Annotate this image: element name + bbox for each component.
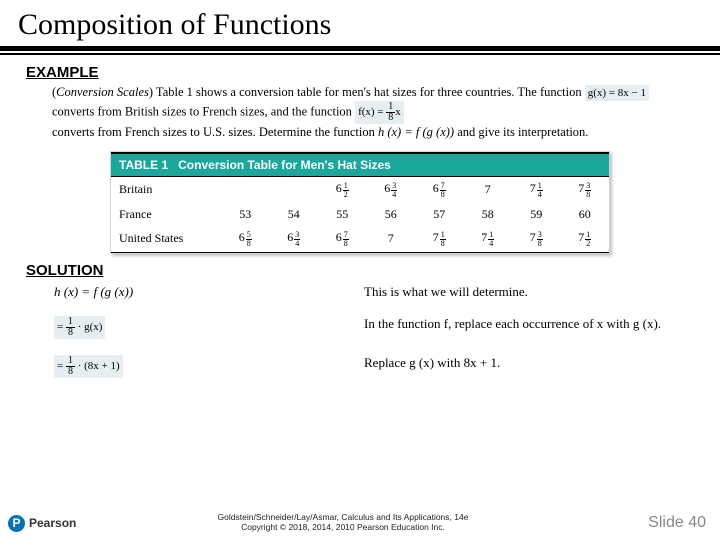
row-label: France [111,203,221,226]
slide: Composition of Functions EXAMPLE (Conver… [0,0,720,540]
solution-grid: h (x) = f (g (x)) This is what we will de… [26,282,694,378]
table-cell: 60 [561,203,610,226]
title-bar: Composition of Functions [0,0,720,46]
problem-tail: and give its interpretation. [454,125,588,139]
table-cell: 658 [221,226,270,253]
table-cell: 738 [512,226,561,253]
problem-post: converts from French sizes to U.S. sizes… [52,125,378,139]
table-cell: 678 [318,226,367,253]
table-cell: 58 [464,203,513,226]
problem-topic: Conversion Scales [56,85,149,99]
table-cell: 7 [367,226,416,253]
conversion-table-body: Britain6126346787714738France53545556575… [111,176,609,253]
solution-lhs: h (x) = f (g (x)) [54,284,304,300]
problem-text: (Conversion Scales) Table 1 shows a conv… [26,84,694,141]
g-equation: g(x) = 8x − 1 [585,85,649,102]
table-cell: 714 [464,226,513,253]
table-cell: 712 [561,226,610,253]
table-caption: TABLE 1 Conversion Table for Men's Hat S… [111,152,609,176]
table-cell: 7 [464,176,513,203]
table-cell: 55 [318,203,367,226]
table-cell: 714 [512,176,561,203]
row-label: United States [111,226,221,253]
table-cell: 54 [270,203,319,226]
footer: P Pearson Goldstein/Schneider/Lay/Asmar,… [0,506,720,540]
page-title: Composition of Functions [18,8,702,42]
solution-heading: SOLUTION [26,262,694,279]
footer-citation: Goldstein/Schneider/Lay/Asmar, Calculus … [86,513,600,533]
h-def: h (x) = f (g (x)) [378,125,454,139]
example-heading: EXAMPLE [26,64,694,81]
slide-body: EXAMPLE (Conversion Scales) Table 1 show… [0,64,720,378]
solution-rhs: In the function f, replace each occurren… [364,316,684,339]
pearson-logo-icon: P [8,515,25,532]
table-row: Britain 6126346787714738 [111,176,609,203]
conversion-table: TABLE 1 Conversion Table for Men's Hat S… [110,151,610,254]
title-rules [0,46,720,56]
solution-section: SOLUTION h (x) = f (g (x)) This is what w… [26,262,694,378]
problem-pre: ) Table 1 shows a conversion table for m… [149,85,585,99]
solution-rhs: Replace g (x) with 8x + 1. [364,355,684,378]
pearson-logo: P Pearson [0,506,86,540]
pearson-logo-word: Pearson [29,516,76,530]
table-cell: 59 [512,203,561,226]
problem-mid: converts from British sizes to French si… [52,105,355,119]
table-cell: 53 [221,203,270,226]
slide-number: Slide 40 [600,514,720,532]
table-cell: 678 [415,176,464,203]
table-cell: 56 [367,203,416,226]
table-cell: 634 [270,226,319,253]
table-cell: 738 [561,176,610,203]
solution-lhs: = 18 · g(x) [54,316,304,339]
table-cell: 57 [415,203,464,226]
solution-rhs: This is what we will determine. [364,284,684,300]
row-label: Britain [111,176,221,203]
table-row: United States6586346787718714738712 [111,226,609,253]
table-cell: 634 [367,176,416,203]
solution-lhs: = 18 · (8x + 1) [54,355,304,378]
f-equation: f(x) = 18x [355,101,404,124]
table-row: France5354555657585960 [111,203,609,226]
table-cell: 718 [415,226,464,253]
table-cell: 612 [318,176,367,203]
